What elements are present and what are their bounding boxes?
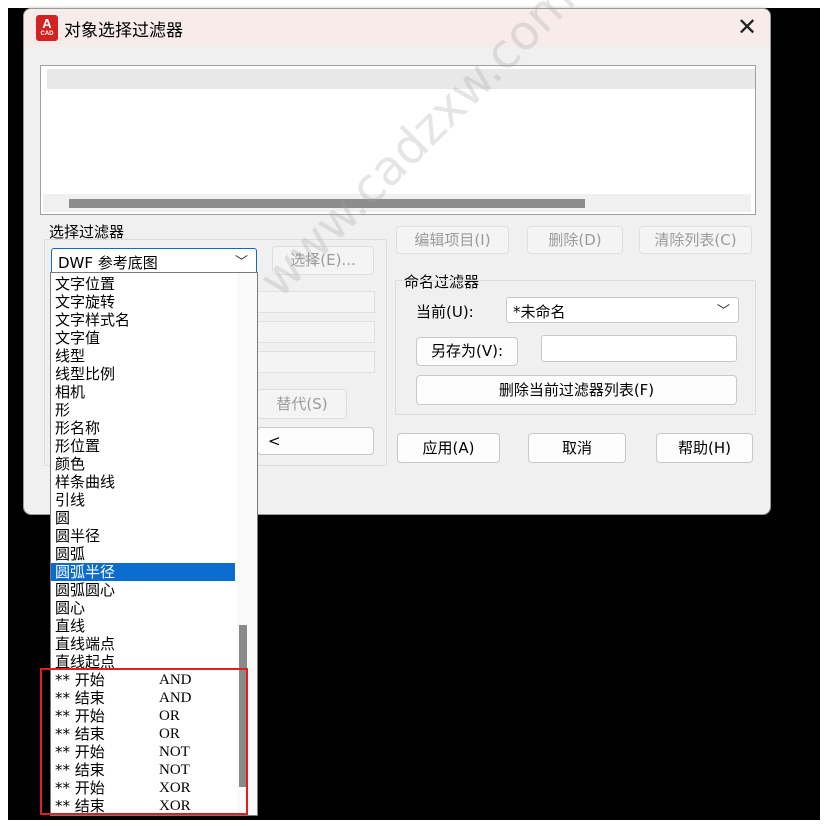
highlight-box [40,668,248,815]
apply-button[interactable]: 应用(A) [397,433,500,463]
delete-current-filter-button[interactable]: 删除当前过滤器列表(F) [416,375,737,405]
list-item[interactable]: 文字旋转 [51,293,235,311]
scrollbar-thumb[interactable] [69,199,585,208]
list-item[interactable]: 文字位置 [51,275,235,293]
z-value-field[interactable] [257,351,375,373]
list-item[interactable]: 直线端点 [51,635,235,653]
current-filter-combo[interactable]: *未命名 ﹀ [506,297,739,323]
list-item[interactable]: 形 [51,401,235,419]
clear-list-button[interactable]: 清除列表(C) [639,226,752,254]
add-to-list-button[interactable]: < [257,427,374,455]
list-item[interactable]: 线型比例 [51,365,235,383]
list-item[interactable]: 引线 [51,491,235,509]
title-bar: A CAD 对象选择过滤器 ✕ [24,9,770,47]
window-title: 对象选择过滤器 [64,21,183,41]
y-value-field[interactable] [257,321,375,343]
list-item[interactable]: 圆心 [51,599,235,617]
list-item[interactable]: 文字样式名 [51,311,235,329]
list-item[interactable]: 圆弧圆心 [51,581,235,599]
list-item[interactable]: 形位置 [51,437,235,455]
list-item[interactable]: 形名称 [51,419,235,437]
chevron-down-icon[interactable]: ﹀ [235,251,248,270]
select-button[interactable]: 选择(E)... [272,246,374,275]
list-item[interactable]: 相机 [51,383,235,401]
chevron-down-icon[interactable]: ﹀ [717,300,730,319]
x-value-field[interactable] [257,291,375,313]
edit-item-button[interactable]: 编辑项目(I) [396,226,509,254]
save-as-button[interactable]: 另存为(V): [416,337,518,366]
list-item[interactable]: 颜色 [51,455,235,473]
delete-button[interactable]: 删除(D) [527,226,623,254]
horizontal-scrollbar[interactable] [43,194,751,212]
current-label: 当前(U): [416,303,474,321]
autocad-app-icon: A CAD [36,15,58,41]
list-item[interactable] [47,69,755,89]
list-item[interactable]: 圆弧 [51,545,235,563]
list-item[interactable]: 样条曲线 [51,473,235,491]
list-item[interactable]: 文字值 [51,329,235,347]
list-item[interactable]: 圆 [51,509,235,527]
close-icon[interactable]: ✕ [724,9,770,47]
replace-button[interactable]: 替代(S) [257,389,347,419]
cancel-button[interactable]: 取消 [528,433,626,463]
object-type-combo[interactable]: DWF 参考底图 ﹀ [51,248,257,274]
save-as-name-input[interactable] [541,335,737,362]
list-item-selected[interactable]: 圆弧半径 [51,563,235,581]
list-item[interactable]: 直线 [51,617,235,635]
list-item[interactable]: 圆半径 [51,527,235,545]
list-item[interactable]: 线型 [51,347,235,365]
filter-list[interactable] [40,65,756,215]
help-button[interactable]: 帮助(H) [656,433,753,463]
